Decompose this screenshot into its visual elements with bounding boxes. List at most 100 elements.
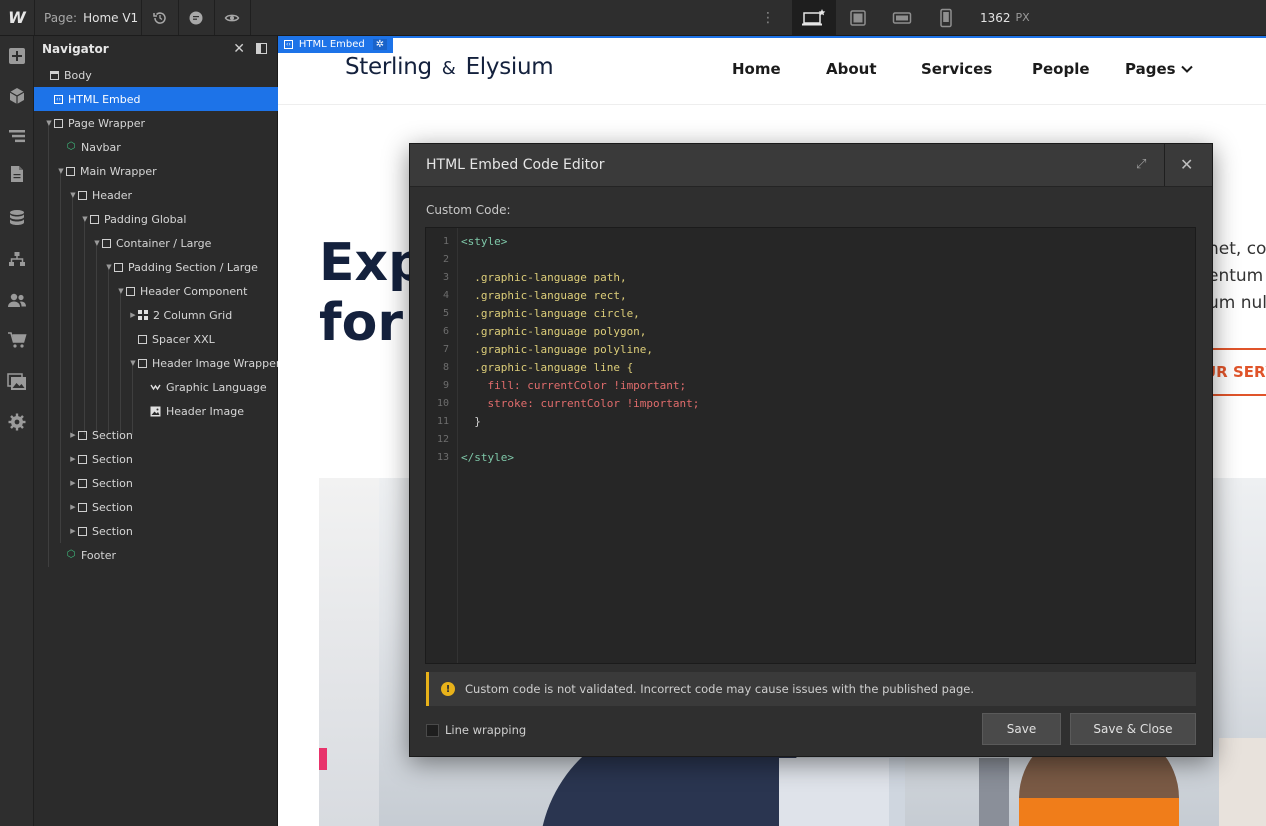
site-nav-about[interactable]: About (826, 60, 877, 78)
pages-panel-button[interactable] (0, 156, 33, 192)
expand-icon[interactable]: ⤢ (1136, 157, 1146, 172)
cms-panel-button[interactable] (0, 200, 33, 236)
line-wrapping-checkbox[interactable] (426, 724, 439, 737)
save-and-close-button[interactable]: Save & Close (1070, 713, 1196, 745)
line-number: 6 (442, 326, 449, 337)
element-box-icon (90, 214, 99, 224)
caret-down-icon[interactable]: ▼ (80, 215, 90, 223)
caret-down-icon[interactable]: ▼ (56, 167, 66, 175)
caret-down-icon[interactable]: ▼ (44, 119, 54, 127)
navbar-divider (278, 104, 1266, 105)
assets-panel-button[interactable] (0, 364, 33, 400)
page-selector-value: Home V1 (83, 10, 139, 25)
tree-item-footer[interactable]: ⬡ Footer (34, 543, 299, 567)
tree-item-page-wrapper[interactable]: ▼ Page Wrapper (34, 111, 287, 135)
tree-item-label: Header Image (166, 404, 244, 418)
tree-item-section[interactable]: ▶ Section (34, 471, 311, 495)
component-icon: ⬡ (66, 141, 76, 152)
gear-icon[interactable]: ✲ (372, 39, 388, 50)
breakpoint-portrait-button[interactable] (924, 0, 968, 35)
page-selector-label: Page: (44, 10, 78, 25)
line-wrapping-label[interactable]: Line wrapping (445, 723, 526, 737)
tree-item-navbar[interactable]: ⬡ Navbar (34, 135, 299, 159)
comments-button[interactable] (178, 0, 215, 35)
tree-item-section[interactable]: ▶ Section (34, 519, 311, 543)
desktop-star-icon (802, 8, 826, 25)
caret-right-icon[interactable]: ▶ (68, 479, 78, 487)
top-toolbar: W Page: Home V1 ⋮ 1362 PX (0, 0, 1266, 36)
site-nav-services[interactable]: Services (921, 60, 992, 78)
dock-panel-icon[interactable] (256, 43, 267, 54)
tree-item-label: Container / Large (116, 236, 212, 250)
site-nav-pages[interactable]: Pages (1125, 60, 1176, 78)
code-line: stroke: currentColor !important; (461, 397, 700, 410)
breakpoint-desktop-button[interactable] (792, 0, 836, 35)
line-number: 5 (442, 308, 449, 319)
close-icon[interactable]: ✕ (1180, 155, 1193, 174)
site-nav-people[interactable]: People (1032, 60, 1090, 78)
tree-item-label: Header (92, 188, 133, 202)
cube-icon (9, 88, 24, 104)
vector-graphic-icon (150, 384, 161, 391)
navigator-title: Navigator (42, 42, 109, 56)
tree-item-section[interactable]: ▶ Section (34, 423, 311, 447)
code-line: } (461, 415, 481, 428)
code-editor[interactable]: 1 2 3 4 5 6 7 8 9 10 11 12 13 <style> .g… (425, 227, 1196, 664)
tree-item-html-embed[interactable]: ‹› HTML Embed (34, 87, 287, 111)
element-box-icon (78, 454, 87, 464)
tree-item-section[interactable]: ▶ Section (34, 495, 311, 519)
caret-right-icon[interactable]: ▶ (68, 527, 78, 535)
caret-down-icon[interactable]: ▼ (128, 359, 138, 367)
selected-element-tag[interactable]: ‹› HTML Embed ✲ (278, 36, 394, 53)
site-logo[interactable]: Sterling & Elysium (345, 54, 554, 80)
tree-item-body[interactable]: Body (34, 63, 283, 87)
page-selector[interactable]: Page: Home V1 (34, 0, 142, 35)
canvas-width-value: 1362 (980, 10, 1011, 25)
caret-right-icon[interactable]: ▶ (68, 503, 78, 511)
preview-button[interactable] (214, 0, 251, 35)
webflow-logo[interactable]: W (0, 0, 35, 35)
breakpoint-tablet-button[interactable] (836, 0, 880, 35)
settings-panel-button[interactable] (0, 404, 33, 440)
tree-item-label: Spacer XXL (152, 332, 215, 346)
mobile-portrait-icon (940, 8, 952, 27)
caret-right-icon[interactable]: ▶ (68, 431, 78, 439)
tree-item-section[interactable]: ▶ Section (34, 447, 311, 471)
close-icon[interactable]: ✕ (233, 41, 245, 57)
caret-down-icon[interactable]: ▼ (104, 263, 114, 271)
canvas-width-unit: PX (1015, 11, 1030, 24)
history-button[interactable] (142, 0, 179, 35)
tree-item-main-wrapper[interactable]: ▼ Main Wrapper (34, 159, 299, 183)
code-line: fill: currentColor !important; (461, 379, 687, 392)
caret-right-icon[interactable]: ▶ (68, 455, 78, 463)
code-line: .graphic-language line { (461, 361, 634, 374)
tablet-icon (850, 9, 866, 26)
caret-right-icon[interactable]: ▶ (128, 311, 138, 319)
line-number: 1 (442, 236, 449, 247)
caret-down-icon[interactable]: ▼ (92, 239, 102, 247)
line-number: 8 (442, 362, 449, 373)
tree-item-label: HTML Embed (68, 92, 141, 106)
components-panel-button[interactable] (0, 78, 33, 114)
element-box-icon (114, 262, 123, 272)
caret-down-icon[interactable]: ▼ (68, 191, 78, 199)
site-nav-home[interactable]: Home (732, 60, 781, 78)
save-button[interactable]: Save (982, 713, 1061, 745)
breakpoint-landscape-button[interactable] (880, 0, 924, 35)
caret-down-icon[interactable]: ▼ (116, 287, 126, 295)
logic-panel-button[interactable] (0, 242, 33, 278)
tree-item-header[interactable]: ▼ Header (34, 183, 311, 207)
users-panel-button[interactable] (0, 282, 33, 318)
line-number: 11 (436, 416, 449, 427)
database-icon (9, 210, 24, 225)
more-options-icon[interactable]: ⋮ (758, 0, 778, 35)
navigator-panel-button[interactable] (0, 118, 33, 154)
tree-item-label: Graphic Language (166, 380, 267, 394)
tree-item-label: Page Wrapper (68, 116, 146, 130)
grid-icon (138, 310, 148, 320)
add-panel-button[interactable] (0, 38, 33, 74)
line-number: 9 (442, 380, 449, 391)
ecommerce-panel-button[interactable] (0, 322, 33, 358)
flow-icon (8, 252, 25, 266)
mobile-landscape-icon (892, 11, 912, 24)
